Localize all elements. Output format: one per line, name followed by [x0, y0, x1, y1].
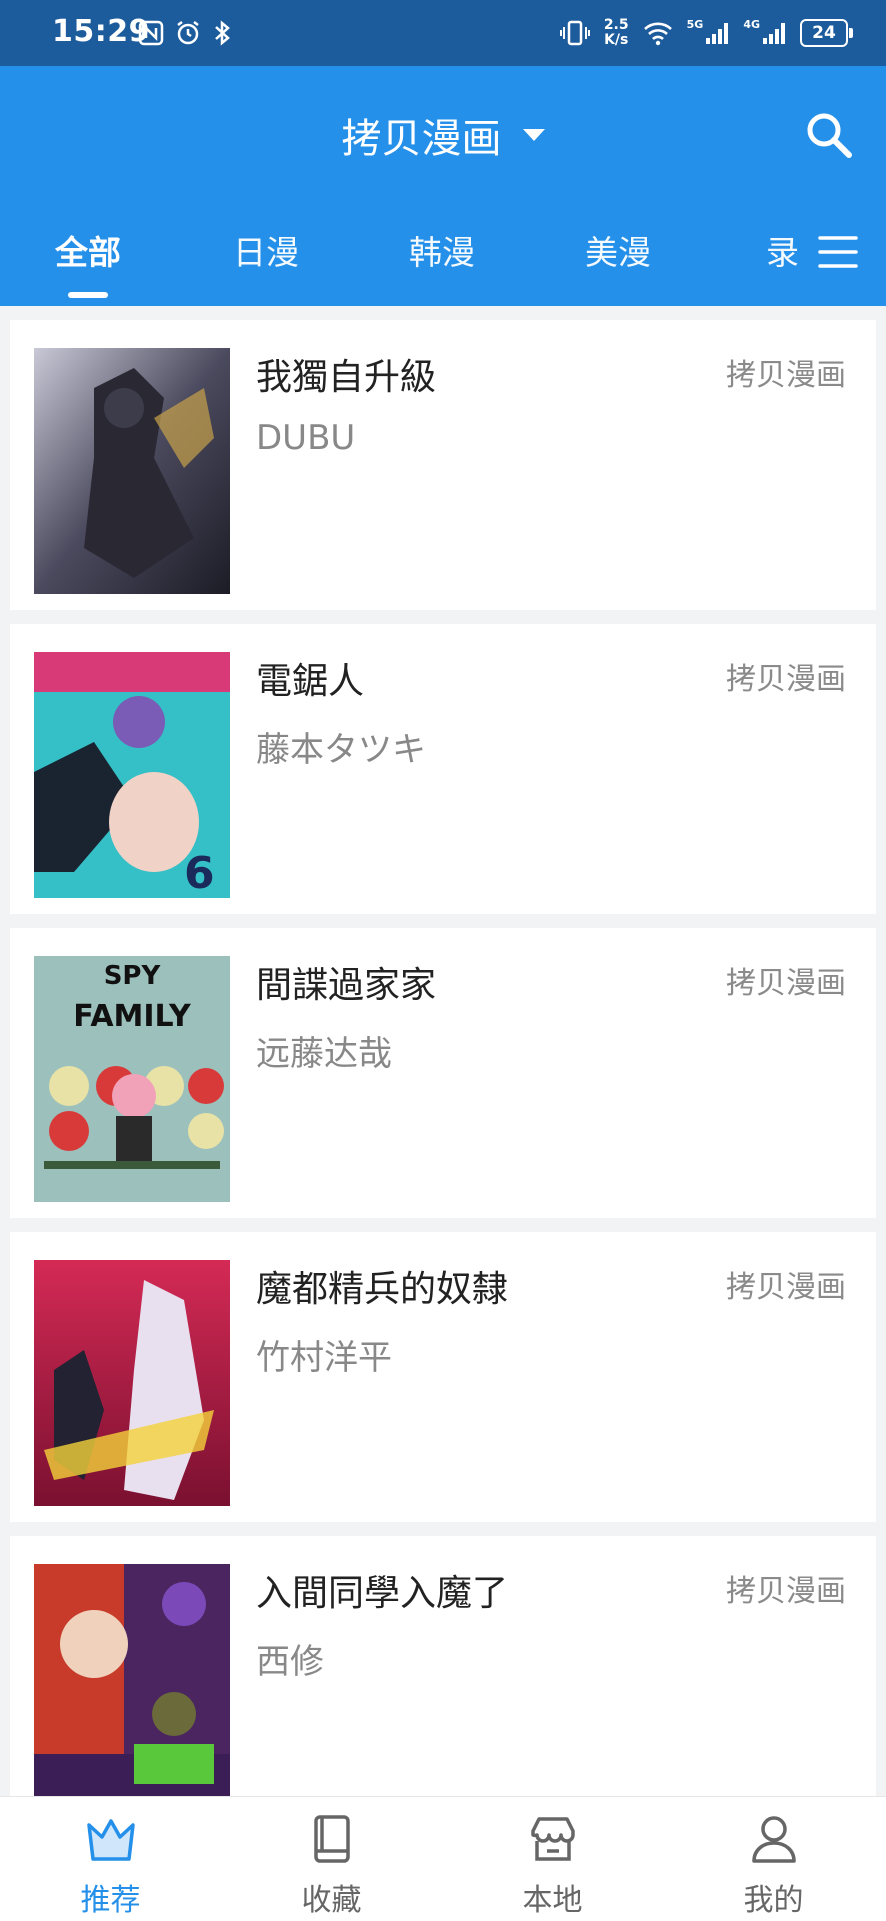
comic-card[interactable]: 入間同學入魔了 西修 拷贝漫画: [10, 1536, 876, 1826]
tab-all[interactable]: 全部: [55, 226, 121, 274]
cover-image: [34, 348, 230, 594]
comic-source: 拷贝漫画: [726, 358, 846, 393]
comic-author: 竹村洋平: [256, 1338, 392, 1378]
svg-text:FAMILY: FAMILY: [73, 999, 192, 1034]
nfc-icon: [138, 20, 164, 46]
user-icon: [752, 1816, 796, 1863]
comic-card[interactable]: 魔都精兵的奴隸 竹村洋平 拷贝漫画: [10, 1232, 876, 1522]
comic-author: DUBU: [256, 418, 356, 458]
network-speed: 2.5 K/s: [604, 18, 629, 48]
comic-source: 拷贝漫画: [726, 966, 846, 1001]
cover-image: SPY FAMILY: [34, 956, 230, 1202]
status-left-icons: [138, 16, 232, 50]
comic-title: 入間同學入魔了: [256, 1573, 509, 1614]
alarm-icon: [177, 21, 199, 45]
status-time: 15:29: [52, 14, 150, 49]
comic-card[interactable]: 6 電鋸人 藤本タツキ 拷贝漫画: [10, 624, 876, 914]
comic-author: 西修: [256, 1642, 324, 1682]
nav-label: 收藏: [301, 1883, 362, 1918]
tab-more-partial[interactable]: 录: [750, 226, 802, 290]
store-icon: [531, 1817, 575, 1861]
speed-unit: K/s: [604, 32, 629, 48]
tab-korean[interactable]: 韩漫: [409, 226, 475, 274]
category-tabs: 全部 日漫 韩漫 美漫 录: [0, 226, 886, 306]
comic-card[interactable]: SPY FAMILY 間諜過家家 远藤达哉 拷贝漫画: [10, 928, 876, 1218]
signal-icon: [763, 23, 785, 44]
nav-favorites[interactable]: 收藏: [221, 1797, 442, 1921]
active-tab-indicator: [68, 292, 108, 298]
nav-recommend[interactable]: 推荐: [0, 1797, 221, 1921]
comic-title: 電鋸人: [256, 661, 365, 702]
vibrate-icon: [559, 20, 590, 46]
cover-image: 6: [34, 652, 230, 898]
tab-japanese[interactable]: 日漫: [233, 226, 299, 274]
nav-mine[interactable]: 我的: [663, 1797, 884, 1921]
book-icon: [314, 1815, 350, 1863]
comic-cover[interactable]: 6: [34, 652, 230, 898]
comic-author: 远藤达哉: [256, 1034, 392, 1074]
battery-icon: 24: [800, 19, 853, 47]
tab-american[interactable]: 美漫: [585, 226, 651, 274]
comic-card[interactable]: 我獨自升級 DUBU 拷贝漫画: [10, 320, 876, 610]
crown-icon: [87, 1819, 135, 1861]
tab-partial-label[interactable]: 录: [766, 226, 799, 274]
comic-title: 魔都精兵的奴隸: [256, 1269, 509, 1310]
cover-image: [34, 1564, 230, 1810]
menu-icon[interactable]: [818, 232, 858, 272]
comic-cover[interactable]: [34, 1564, 230, 1810]
comic-source: 拷贝漫画: [726, 1574, 846, 1609]
status-right-icons: 2.5 K/s 5G 4G 24: [559, 14, 853, 52]
nav-label: 我的: [743, 1883, 804, 1918]
app-bar: 拷贝漫画 全部 日漫 韩漫 美漫 录: [0, 66, 886, 306]
app-title[interactable]: 拷贝漫画: [341, 106, 501, 164]
search-icon[interactable]: [802, 108, 856, 162]
source-selector[interactable]: 拷贝漫画: [0, 106, 886, 164]
comic-title: 間諜過家家: [256, 965, 437, 1006]
comic-source: 拷贝漫画: [726, 1270, 846, 1305]
svg-text:SPY: SPY: [104, 961, 162, 991]
signal-icon: [706, 23, 729, 44]
nav-local[interactable]: 本地: [442, 1797, 663, 1921]
bluetooth-icon: [215, 20, 230, 46]
cover-image: [34, 1260, 230, 1506]
speed-value: 2.5: [603, 17, 629, 33]
comic-source: 拷贝漫画: [726, 662, 846, 697]
bottom-nav: 推荐 收藏 本地 我的: [0, 1796, 886, 1921]
comic-title: 我獨自升級: [256, 357, 437, 398]
svg-text:6: 6: [184, 848, 215, 898]
status-bar: 15:29 2.5 K/s 5G 4G 24: [0, 0, 886, 66]
wifi-icon: [643, 22, 672, 46]
comic-cover[interactable]: [34, 1260, 230, 1506]
nav-label: 本地: [522, 1883, 583, 1918]
caret-down-icon[interactable]: [522, 129, 545, 141]
network-5g-label: 5G: [686, 17, 704, 31]
comic-author: 藤本タツキ: [256, 730, 426, 770]
comic-cover[interactable]: [34, 348, 230, 594]
nav-label: 推荐: [80, 1883, 141, 1918]
comic-cover[interactable]: SPY FAMILY: [34, 956, 230, 1202]
battery-level: 24: [812, 23, 836, 43]
network-4g-label: 4G: [743, 17, 760, 31]
